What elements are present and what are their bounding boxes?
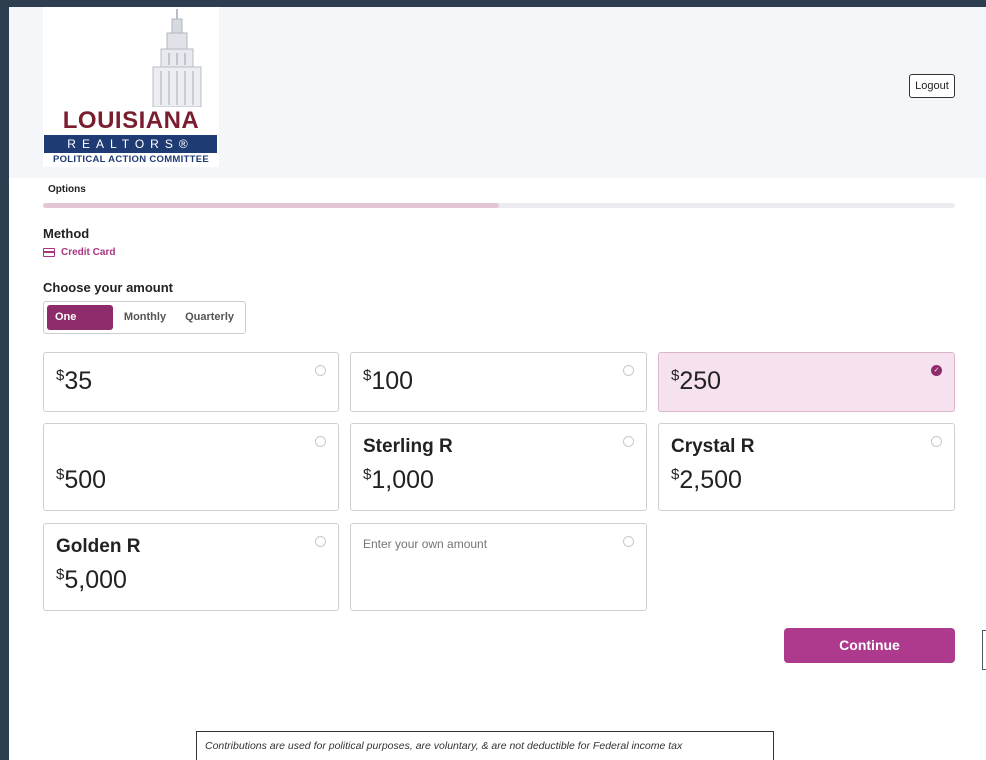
amount-tier-name: Sterling R [363, 436, 453, 457]
logout-button[interactable]: Logout [909, 74, 955, 98]
amount-radio[interactable] [315, 365, 326, 376]
method-label: Credit Card [61, 247, 116, 258]
method-title: Method [43, 226, 90, 241]
amount-radio[interactable] [315, 536, 326, 547]
frequency-toggle: One Time Monthly Quarterly [43, 301, 246, 348]
amount-card-golden[interactable]: Golden R $5,000 [43, 523, 339, 611]
logo-realtors-bar: REALTORS® [44, 135, 217, 153]
amount-value: $1,000 [363, 466, 434, 494]
continue-button[interactable]: Continue [784, 628, 955, 663]
page: LOUISIANA REALTORS® POLITICAL ACTION COM… [9, 7, 986, 760]
amount-radio[interactable] [623, 365, 634, 376]
amount-value: $2,500 [671, 466, 742, 494]
amount-radio[interactable] [623, 436, 634, 447]
amount-tier-name: Golden R [56, 536, 141, 557]
amount-value: $500 [56, 466, 107, 494]
progress-bar-fill [43, 203, 499, 208]
amount-card-crystal[interactable]: Crystal R $2,500 [658, 423, 955, 511]
amount-card-250[interactable]: ✓ $250 [658, 352, 955, 412]
logo-wordmark: LOUISIANA [62, 107, 200, 134]
logo: LOUISIANA REALTORS® POLITICAL ACTION COM… [43, 7, 219, 167]
amount-value: $100 [363, 367, 414, 395]
custom-amount-input[interactable] [363, 537, 613, 551]
amount-card-35[interactable]: $35 [43, 352, 339, 412]
progress-bar [43, 203, 955, 208]
logo-subtitle: POLITICAL ACTION COMMITTEE [52, 154, 210, 165]
frequency-quarterly[interactable]: Quarterly [177, 305, 242, 330]
amount-title: Choose your amount [43, 280, 174, 295]
tower-illustration [43, 7, 219, 107]
amount-radio[interactable] [931, 436, 942, 447]
disclaimer-text: Contributions are used for political pur… [205, 740, 683, 752]
amount-value: $250 [671, 367, 722, 395]
edge-scroll-handle[interactable] [982, 630, 986, 670]
amount-tier-name: Crystal R [671, 436, 755, 457]
frequency-monthly[interactable]: Monthly [116, 305, 174, 330]
header: LOUISIANA REALTORS® POLITICAL ACTION COM… [9, 7, 986, 178]
credit-card-icon [43, 248, 55, 257]
frequency-one-time[interactable]: One Time [47, 305, 113, 348]
amount-card-500[interactable]: $500 [43, 423, 339, 511]
amount-radio[interactable] [623, 536, 634, 547]
amount-radio[interactable] [315, 436, 326, 447]
progress-step-label: Options [48, 184, 86, 195]
method-credit-card[interactable]: Credit Card [43, 247, 115, 258]
custom-amount-card[interactable] [350, 523, 647, 611]
amount-radio-checked[interactable]: ✓ [931, 365, 942, 376]
check-icon: ✓ [933, 367, 940, 374]
amount-card-100[interactable]: $100 [350, 352, 647, 412]
amount-value: $35 [56, 367, 93, 395]
amount-value: $5,000 [56, 566, 127, 594]
disclaimer-box: Contributions are used for political pur… [196, 731, 774, 760]
amount-card-sterling[interactable]: Sterling R $1,000 [350, 423, 647, 511]
